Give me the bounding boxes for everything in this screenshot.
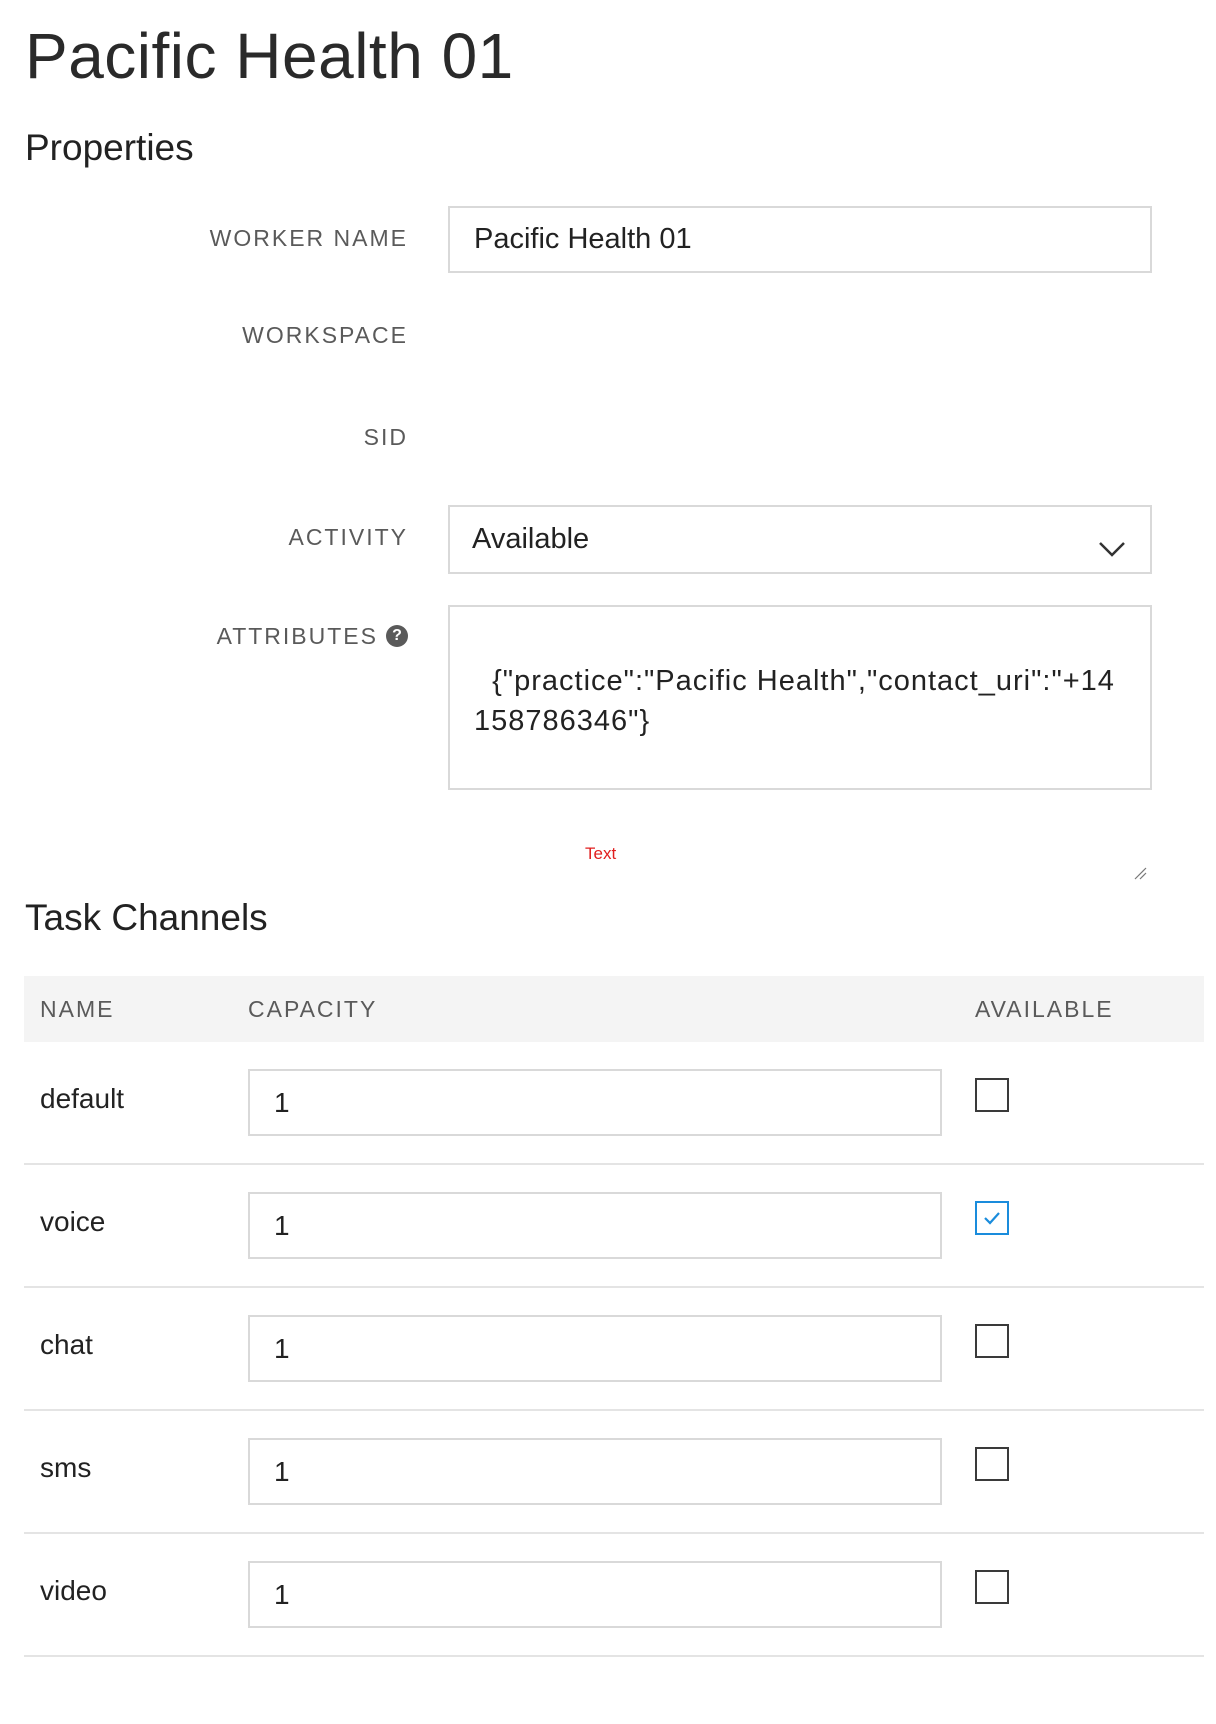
available-checkbox[interactable] — [975, 1201, 1009, 1235]
table-row: chat 1 — [24, 1288, 1204, 1411]
checkmark-icon — [984, 1212, 1000, 1225]
capacity-input[interactable]: 1 — [248, 1069, 942, 1136]
attributes-label: ATTRIBUTES ? — [217, 622, 408, 650]
page-title: Pacific Health 01 — [25, 20, 514, 92]
table-row: voice 1 — [24, 1165, 1204, 1288]
column-header-name: NAME — [40, 996, 115, 1022]
column-header-capacity: CAPACITY — [248, 996, 378, 1022]
table-row: default 1 — [24, 1042, 1204, 1165]
channel-name: voice — [40, 1206, 106, 1237]
capacity-input[interactable]: 1 — [248, 1315, 942, 1382]
available-checkbox[interactable] — [975, 1570, 1009, 1604]
activity-select[interactable]: Available — [448, 505, 1152, 574]
task-channels-header: NAME CAPACITY AVAILABLE — [24, 976, 1204, 1042]
channel-name: chat — [40, 1329, 93, 1360]
channel-name: video — [40, 1575, 107, 1606]
attributes-textarea[interactable]: {"practice":"Pacific Health","contact_ur… — [448, 605, 1152, 880]
annotation-text: Text — [585, 844, 617, 863]
activity-value: Available — [472, 523, 590, 555]
worker-name-label: WORKER NAME — [209, 225, 408, 251]
column-header-available: AVAILABLE — [975, 996, 1114, 1022]
attributes-value: {"practice":"Pacific Health","contact_ur… — [474, 665, 1115, 737]
activity-label: ACTIVITY — [288, 524, 408, 550]
available-checkbox[interactable] — [975, 1078, 1009, 1112]
available-checkbox[interactable] — [975, 1447, 1009, 1481]
channel-name: sms — [40, 1452, 92, 1483]
table-row: sms 1 — [24, 1411, 1204, 1534]
sid-label: SID — [363, 424, 408, 450]
workspace-label: WORKSPACE — [242, 322, 408, 348]
capacity-input[interactable]: 1 — [248, 1192, 942, 1259]
attributes-label-text: ATTRIBUTES — [216, 623, 378, 649]
help-icon[interactable]: ? — [386, 625, 408, 647]
capacity-input[interactable]: 1 — [248, 1438, 942, 1505]
task-channels-section-title: Task Channels — [25, 897, 268, 938]
table-row: video 1 — [24, 1534, 1204, 1657]
channel-name: default — [40, 1083, 125, 1114]
capacity-input[interactable]: 1 — [248, 1561, 942, 1628]
properties-section-title: Properties — [25, 127, 194, 168]
chevron-down-icon — [1096, 524, 1128, 557]
available-checkbox[interactable] — [975, 1324, 1009, 1358]
worker-name-input[interactable]: Pacific Health 01 — [448, 206, 1152, 273]
resize-handle-icon[interactable] — [1133, 771, 1147, 880]
